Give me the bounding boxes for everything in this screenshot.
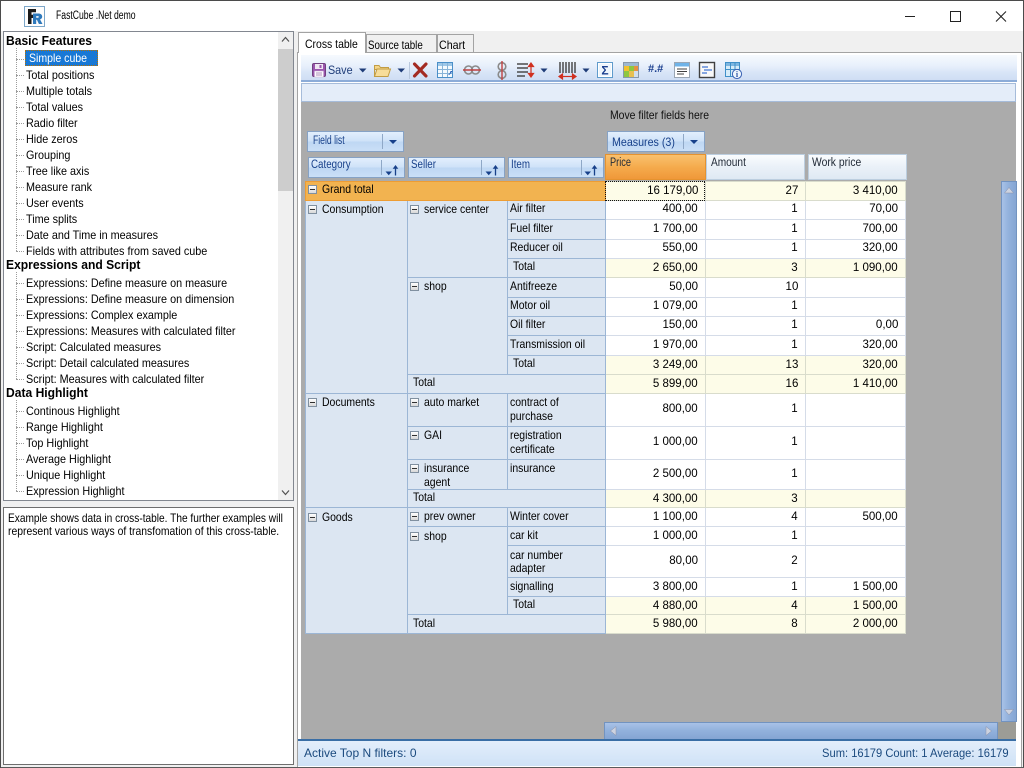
svg-text:Save: Save	[328, 65, 353, 78]
svg-text:Σ: Σ	[601, 64, 608, 78]
svg-text:#.#: #.#	[648, 63, 663, 75]
